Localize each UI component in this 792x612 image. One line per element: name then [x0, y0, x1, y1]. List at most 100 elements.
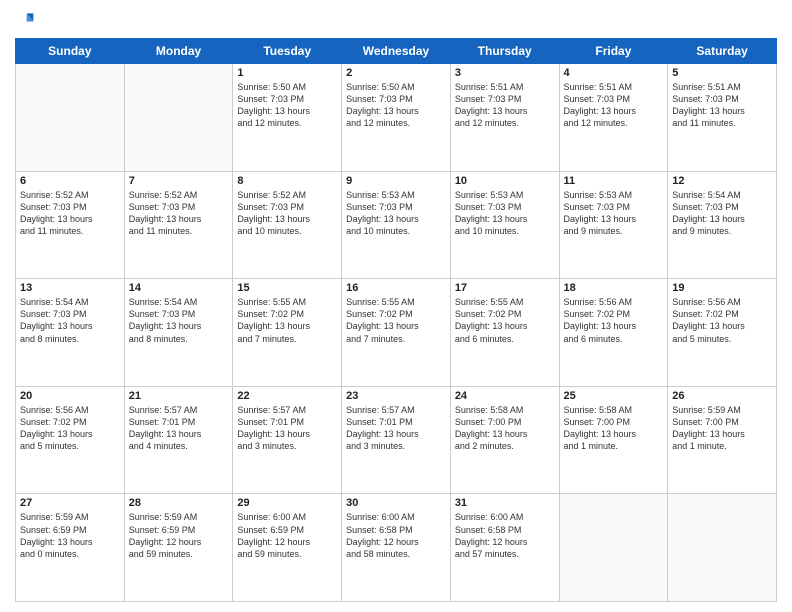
- day-info: Sunrise: 5:56 AM Sunset: 7:02 PM Dayligh…: [20, 404, 120, 453]
- day-number: 13: [20, 282, 120, 294]
- calendar-day: 23 Sunrise: 5:57 AM Sunset: 7:01 PM Dayli…: [342, 386, 451, 494]
- calendar-week-5: 27 Sunrise: 5:59 AM Sunset: 6:59 PM Dayli…: [16, 494, 777, 602]
- day-info: Sunrise: 5:57 AM Sunset: 7:01 PM Dayligh…: [129, 404, 229, 453]
- day-number: 29: [237, 497, 337, 509]
- day-number: 1: [237, 67, 337, 79]
- day-info: Sunrise: 5:51 AM Sunset: 7:03 PM Dayligh…: [672, 81, 772, 130]
- calendar-day: 10 Sunrise: 5:53 AM Sunset: 7:03 PM Dayli…: [450, 171, 559, 279]
- day-number: 4: [564, 67, 664, 79]
- calendar-day: 20 Sunrise: 5:56 AM Sunset: 7:02 PM Dayli…: [16, 386, 125, 494]
- day-info: Sunrise: 5:54 AM Sunset: 7:03 PM Dayligh…: [129, 296, 229, 345]
- calendar-day: [668, 494, 777, 602]
- day-number: 30: [346, 497, 446, 509]
- day-number: 10: [455, 175, 555, 187]
- day-info: Sunrise: 5:54 AM Sunset: 7:03 PM Dayligh…: [672, 189, 772, 238]
- calendar-day: 21 Sunrise: 5:57 AM Sunset: 7:01 PM Dayli…: [124, 386, 233, 494]
- calendar-day: [16, 64, 125, 172]
- day-info: Sunrise: 5:56 AM Sunset: 7:02 PM Dayligh…: [672, 296, 772, 345]
- day-number: 20: [20, 390, 120, 402]
- calendar-day: 30 Sunrise: 6:00 AM Sunset: 6:58 PM Dayli…: [342, 494, 451, 602]
- day-info: Sunrise: 5:55 AM Sunset: 7:02 PM Dayligh…: [346, 296, 446, 345]
- day-info: Sunrise: 5:53 AM Sunset: 7:03 PM Dayligh…: [455, 189, 555, 238]
- calendar-day: 19 Sunrise: 5:56 AM Sunset: 7:02 PM Dayli…: [668, 279, 777, 387]
- day-number: 22: [237, 390, 337, 402]
- calendar-table: SundayMondayTuesdayWednesdayThursdayFrid…: [15, 38, 777, 602]
- day-info: Sunrise: 6:00 AM Sunset: 6:58 PM Dayligh…: [346, 511, 446, 560]
- day-number: 26: [672, 390, 772, 402]
- calendar-day: 13Sunrise: 5:54 AM Sunset: 7:03 PM Dayli…: [16, 279, 125, 387]
- day-number: 9: [346, 175, 446, 187]
- day-number: 6: [20, 175, 120, 187]
- day-info: Sunrise: 5:51 AM Sunset: 7:03 PM Dayligh…: [564, 81, 664, 130]
- day-number: 25: [564, 390, 664, 402]
- calendar-header-thursday: Thursday: [450, 39, 559, 64]
- day-number: 19: [672, 282, 772, 294]
- day-info: Sunrise: 5:57 AM Sunset: 7:01 PM Dayligh…: [237, 404, 337, 453]
- calendar-day: 17 Sunrise: 5:55 AM Sunset: 7:02 PM Dayli…: [450, 279, 559, 387]
- calendar-day: 18 Sunrise: 5:56 AM Sunset: 7:02 PM Dayli…: [559, 279, 668, 387]
- day-number: 17: [455, 282, 555, 294]
- day-info: Sunrise: 5:53 AM Sunset: 7:03 PM Dayligh…: [564, 189, 664, 238]
- calendar-day: [559, 494, 668, 602]
- day-number: 14: [129, 282, 229, 294]
- day-info: Sunrise: 5:58 AM Sunset: 7:00 PM Dayligh…: [455, 404, 555, 453]
- calendar-header-sunday: Sunday: [16, 39, 125, 64]
- day-info: Sunrise: 5:59 AM Sunset: 7:00 PM Dayligh…: [672, 404, 772, 453]
- day-number: 11: [564, 175, 664, 187]
- day-info: Sunrise: 5:50 AM Sunset: 7:03 PM Dayligh…: [346, 81, 446, 130]
- calendar-day: 29 Sunrise: 6:00 AM Sunset: 6:59 PM Dayli…: [233, 494, 342, 602]
- day-number: 18: [564, 282, 664, 294]
- day-number: 7: [129, 175, 229, 187]
- calendar-day: 5Sunrise: 5:51 AM Sunset: 7:03 PM Daylig…: [668, 64, 777, 172]
- day-info: Sunrise: 5:52 AM Sunset: 7:03 PM Dayligh…: [237, 189, 337, 238]
- calendar-day: 31Sunrise: 6:00 AM Sunset: 6:58 PM Dayli…: [450, 494, 559, 602]
- calendar-day: 28 Sunrise: 5:59 AM Sunset: 6:59 PM Dayli…: [124, 494, 233, 602]
- day-info: Sunrise: 5:59 AM Sunset: 6:59 PM Dayligh…: [20, 511, 120, 560]
- calendar-day: 26 Sunrise: 5:59 AM Sunset: 7:00 PM Dayli…: [668, 386, 777, 494]
- calendar-day: 16 Sunrise: 5:55 AM Sunset: 7:02 PM Dayli…: [342, 279, 451, 387]
- logo-icon: [15, 10, 35, 30]
- calendar-day: 3 Sunrise: 5:51 AM Sunset: 7:03 PM Daylig…: [450, 64, 559, 172]
- day-info: Sunrise: 6:00 AM Sunset: 6:58 PM Dayligh…: [455, 511, 555, 560]
- calendar-day: 27 Sunrise: 5:59 AM Sunset: 6:59 PM Dayli…: [16, 494, 125, 602]
- day-info: Sunrise: 5:51 AM Sunset: 7:03 PM Dayligh…: [455, 81, 555, 130]
- day-number: 27: [20, 497, 120, 509]
- day-info: Sunrise: 6:00 AM Sunset: 6:59 PM Dayligh…: [237, 511, 337, 560]
- day-number: 28: [129, 497, 229, 509]
- calendar-day: 8 Sunrise: 5:52 AM Sunset: 7:03 PM Daylig…: [233, 171, 342, 279]
- day-info: Sunrise: 5:57 AM Sunset: 7:01 PM Dayligh…: [346, 404, 446, 453]
- day-info: Sunrise: 5:58 AM Sunset: 7:00 PM Dayligh…: [564, 404, 664, 453]
- calendar-day: 15 Sunrise: 5:55 AM Sunset: 7:02 PM Dayli…: [233, 279, 342, 387]
- day-info: Sunrise: 5:53 AM Sunset: 7:03 PM Dayligh…: [346, 189, 446, 238]
- calendar-day: 2Sunrise: 5:50 AM Sunset: 7:03 PM Daylig…: [342, 64, 451, 172]
- day-number: 23: [346, 390, 446, 402]
- calendar-day: 24 Sunrise: 5:58 AM Sunset: 7:00 PM Dayli…: [450, 386, 559, 494]
- calendar-day: 11 Sunrise: 5:53 AM Sunset: 7:03 PM Dayli…: [559, 171, 668, 279]
- day-number: 21: [129, 390, 229, 402]
- calendar-header-monday: Monday: [124, 39, 233, 64]
- day-number: 15: [237, 282, 337, 294]
- day-info: Sunrise: 5:56 AM Sunset: 7:02 PM Dayligh…: [564, 296, 664, 345]
- day-number: 24: [455, 390, 555, 402]
- calendar-day: 1Sunrise: 5:50 AM Sunset: 7:03 PM Daylig…: [233, 64, 342, 172]
- calendar-day: 9 Sunrise: 5:53 AM Sunset: 7:03 PM Daylig…: [342, 171, 451, 279]
- calendar-week-2: 6 Sunrise: 5:52 AM Sunset: 7:03 PM Daylig…: [16, 171, 777, 279]
- day-number: 3: [455, 67, 555, 79]
- day-info: Sunrise: 5:59 AM Sunset: 6:59 PM Dayligh…: [129, 511, 229, 560]
- day-info: Sunrise: 5:55 AM Sunset: 7:02 PM Dayligh…: [237, 296, 337, 345]
- calendar-header-saturday: Saturday: [668, 39, 777, 64]
- day-number: 12: [672, 175, 772, 187]
- calendar-day: [124, 64, 233, 172]
- day-number: 8: [237, 175, 337, 187]
- calendar-day: 4 Sunrise: 5:51 AM Sunset: 7:03 PM Daylig…: [559, 64, 668, 172]
- day-info: Sunrise: 5:55 AM Sunset: 7:02 PM Dayligh…: [455, 296, 555, 345]
- calendar-day: 22 Sunrise: 5:57 AM Sunset: 7:01 PM Dayli…: [233, 386, 342, 494]
- day-number: 16: [346, 282, 446, 294]
- calendar-header-tuesday: Tuesday: [233, 39, 342, 64]
- calendar-header-row: SundayMondayTuesdayWednesdayThursdayFrid…: [16, 39, 777, 64]
- calendar-day: 12 Sunrise: 5:54 AM Sunset: 7:03 PM Dayli…: [668, 171, 777, 279]
- calendar-week-4: 20 Sunrise: 5:56 AM Sunset: 7:02 PM Dayli…: [16, 386, 777, 494]
- calendar-header-wednesday: Wednesday: [342, 39, 451, 64]
- calendar-day: 7Sunrise: 5:52 AM Sunset: 7:03 PM Daylig…: [124, 171, 233, 279]
- calendar-day: 25 Sunrise: 5:58 AM Sunset: 7:00 PM Dayli…: [559, 386, 668, 494]
